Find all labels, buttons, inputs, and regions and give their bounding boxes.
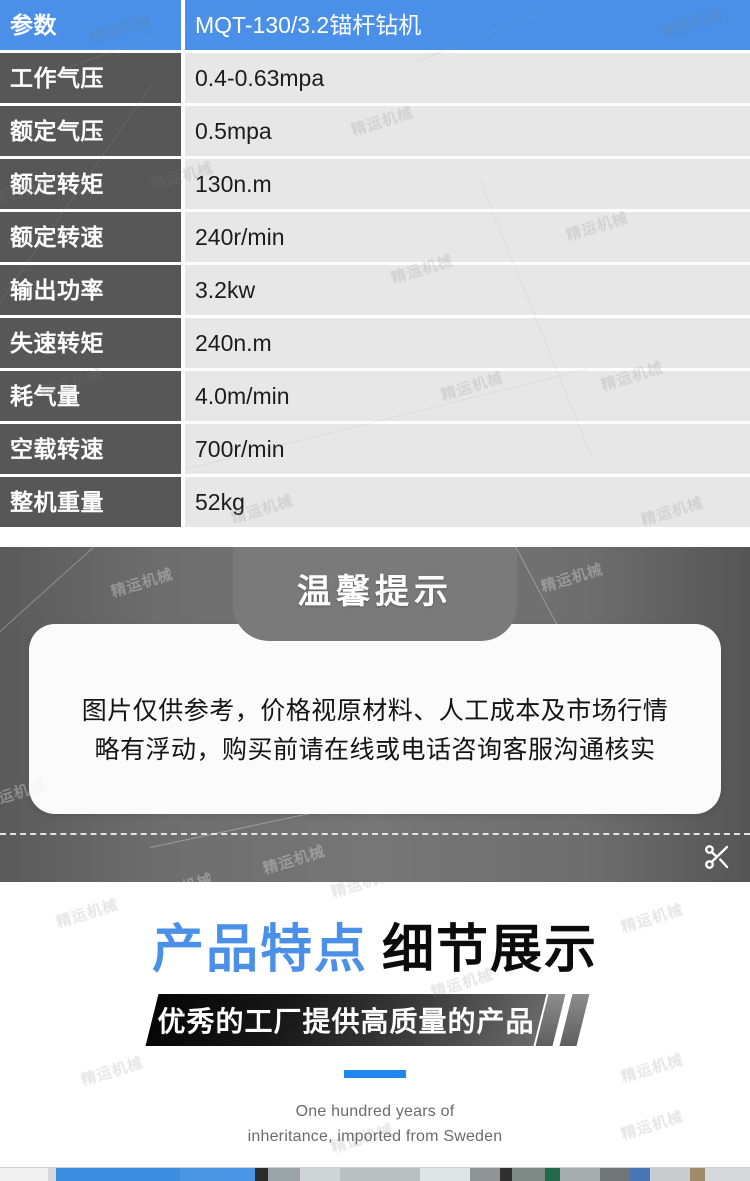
notice-section: 图片仅供参考，价格视原材料、人工成本及市场行情 略有浮动，购买前请在线或电话咨询… [0, 547, 750, 882]
table-row: 额定转速 240r/min [0, 212, 750, 262]
product-detail-page: 参数 MQT-130/3.2锚杆钻机 工作气压 0.4-0.63mpa 额定气压… [0, 0, 750, 1181]
spec-key: 空载转速 [0, 424, 181, 474]
notice-text: 图片仅供参考，价格视原材料、人工成本及市场行情 略有浮动，购买前请在线或电话咨询… [66, 692, 685, 770]
table-row: 空载转速 700r/min [0, 424, 750, 474]
table-row: 整机重量 52kg [0, 477, 750, 527]
notice-tab: 温馨提示 [233, 547, 517, 641]
table-row: 额定转矩 130n.m [0, 159, 750, 209]
features-banner-text: 优秀的工厂提供高质量的产品 [157, 1006, 535, 1037]
table-row: 失速转矩 240n.m [0, 318, 750, 368]
notice-line-1: 图片仅供参考，价格视原材料、人工成本及市场行情 [81, 697, 669, 726]
spec-key: 整机重量 [0, 477, 181, 527]
table-row: 输出功率 3.2kw [0, 265, 750, 315]
spec-key: 失速转矩 [0, 318, 181, 368]
features-english-text: One hundred years of inheritance, import… [0, 1100, 750, 1150]
spec-key: 耗气量 [0, 371, 181, 421]
table-header-value: MQT-130/3.2锚杆钻机 [185, 0, 750, 50]
features-title-black: 细节展示 [382, 921, 599, 979]
spec-value: 0.5mpa [185, 106, 750, 156]
notice-card: 图片仅供参考，价格视原材料、人工成本及市场行情 略有浮动，购买前请在线或电话咨询… [29, 624, 721, 814]
watermark: 精运机械 [539, 560, 606, 596]
watermark: 精运机械 [619, 1050, 686, 1086]
watermark: 精运机械 [329, 882, 396, 901]
specification-table: 参数 MQT-130/3.2锚杆钻机 工作气压 0.4-0.63mpa 额定气压… [0, 0, 750, 534]
features-divider [344, 1070, 406, 1078]
spec-value: 240n.m [185, 318, 750, 368]
spec-key: 工作气压 [0, 53, 181, 103]
table-row: 工作气压 0.4-0.63mpa [0, 53, 750, 103]
notice-tab-title: 温馨提示 [297, 573, 453, 611]
spec-key: 额定转矩 [0, 159, 181, 209]
table-row: 耗气量 4.0m/min [0, 371, 750, 421]
cut-dashed-line [0, 833, 750, 835]
spec-value: 0.4-0.63mpa [185, 53, 750, 103]
spec-key: 额定气压 [0, 106, 181, 156]
watermark: 精运机械 [261, 842, 328, 878]
spec-value: 700r/min [185, 424, 750, 474]
notice-line-2: 略有浮动，购买前请在线或电话咨询客服沟通核实 [94, 736, 656, 764]
spec-value: 130n.m [185, 159, 750, 209]
banner-stripe-2 [559, 994, 590, 1046]
spec-key: 输出功率 [0, 265, 181, 315]
spec-value: 52kg [185, 477, 750, 527]
features-title: 产品特点 细节展示 [0, 924, 750, 976]
watermark: 精运机械 [79, 1053, 146, 1089]
watermark: 精运机械 [148, 868, 215, 882]
english-line-1: One hundred years of [295, 1103, 455, 1120]
bottom-image-strip [0, 1167, 750, 1181]
spec-value: 4.0m/min [185, 371, 750, 421]
table-header-row: 参数 MQT-130/3.2锚杆钻机 [0, 0, 750, 50]
spec-key: 额定转速 [0, 212, 181, 262]
spec-value: 240r/min [185, 212, 750, 262]
features-title-blue: 产品特点 [151, 921, 368, 979]
spec-value: 3.2kw [185, 265, 750, 315]
table-row: 额定气压 0.5mpa [0, 106, 750, 156]
table-header-key: 参数 [0, 0, 181, 50]
features-banner: 优秀的工厂提供高质量的产品 [145, 994, 602, 1046]
english-line-2: inheritance, imported from Sweden [247, 1127, 503, 1145]
scissors-icon [705, 845, 729, 869]
features-section: 产品特点 细节展示 优秀的工厂提供高质量的产品 One hundred years… [0, 882, 750, 1167]
watermark: 精运机械 [109, 565, 176, 601]
